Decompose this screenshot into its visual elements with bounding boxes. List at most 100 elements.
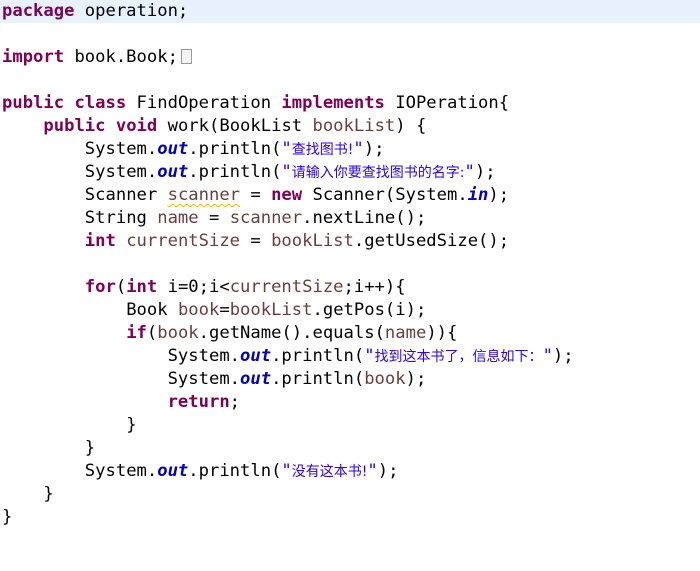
keyword: public (2, 93, 65, 113)
keyword: return (167, 392, 230, 412)
code-line-11[interactable]: int currentSize = bookList.getUsedSize()… (2, 230, 509, 253)
code-line-9[interactable]: Scanner scanner = new Scanner(System.in)… (2, 184, 509, 207)
string-quote: " (281, 139, 292, 159)
static-field: out (240, 346, 272, 366)
code-text: .println( (271, 346, 365, 366)
keyword: if (126, 323, 147, 343)
local-variable: name (157, 208, 199, 228)
local-variable: book (364, 369, 406, 389)
class-name: FindOperation (126, 93, 282, 113)
code-line-23[interactable]: } (2, 506, 12, 529)
code-text: .println( (188, 139, 282, 159)
code-text: ); (377, 461, 399, 481)
code-text: ); (488, 185, 510, 205)
code-line-13[interactable]: for(int i=0;i<currentSize;i++){ (2, 276, 406, 299)
string-quote: " (364, 346, 375, 366)
string-quote: " (281, 162, 292, 182)
unclosed-resource-warning[interactable]: scanner (168, 185, 240, 205)
code-text: ; (229, 392, 241, 412)
local-variable: currentSize (126, 231, 241, 251)
code-line-14[interactable]: Book book=bookList.getPos(i); (2, 299, 426, 322)
code-text: ); (552, 346, 574, 366)
parameter: bookList (312, 116, 396, 136)
keyword: class (74, 93, 127, 113)
code-line-10[interactable]: String name = scanner.nextLine(); (2, 207, 427, 230)
static-field: out (157, 139, 189, 159)
keyword: import (2, 47, 65, 67)
code-text: ); (363, 139, 385, 159)
code-text: Scanner (84, 185, 168, 205)
code-text: work(BookList (157, 116, 313, 136)
code-text: book.Book; (64, 47, 178, 67)
code-text: Book (126, 300, 178, 320)
code-line-8[interactable]: System.out.println("请输入你要查找图书的名字:"); (2, 161, 496, 184)
code-line-7[interactable]: System.out.println("查找图书!"); (2, 138, 385, 161)
folded-imports-icon[interactable] (180, 49, 192, 64)
string-literal: 找到这本书了，信息如下： (374, 349, 543, 365)
code-line-16[interactable]: System.out.println("找到这本书了，信息如下："); (2, 345, 574, 368)
parameter: bookList (229, 300, 313, 320)
code-text: .getName().equals( (198, 323, 385, 343)
code-text: .println( (188, 162, 282, 182)
code-line-19[interactable]: } (2, 414, 137, 437)
code-text: String (84, 208, 158, 228)
code-line-5[interactable]: public class FindOperation implements IO… (2, 92, 509, 115)
code-line-21[interactable]: System.out.println("没有这本书!"); (2, 460, 399, 483)
code-line-3[interactable]: import book.Book; (2, 46, 192, 69)
code-text: } (2, 507, 13, 527)
local-variable: name (384, 323, 427, 343)
static-field: out (240, 369, 272, 389)
string-literal: 没有这本书! (291, 464, 368, 480)
code-text: = (198, 208, 230, 228)
static-field: in (467, 185, 489, 205)
code-text: Scanner(System. (302, 185, 468, 205)
code-line-17[interactable]: System.out.println(book); (2, 368, 427, 391)
code-text: .getUsedSize(); (353, 231, 510, 251)
code-line-20[interactable]: } (2, 437, 95, 460)
static-field: out (157, 461, 189, 481)
code-editor[interactable]: package operation; import book.Book; pub… (0, 0, 700, 571)
code-text: ); (405, 369, 427, 389)
code-text: System. (167, 346, 241, 366)
code-text: } (43, 484, 54, 504)
keyword: public (43, 116, 106, 136)
string-literal: 查找图书! (291, 142, 354, 158)
code-text: IOPeration{ (384, 93, 510, 113)
code-text: System. (84, 162, 158, 182)
string-quote: " (464, 162, 475, 182)
code-text: System. (84, 461, 158, 481)
code-text: ) { (395, 116, 427, 136)
string-quote: " (353, 139, 364, 159)
code-text: } (126, 415, 137, 435)
keyword: void (115, 116, 158, 136)
keyword: for (84, 277, 116, 297)
code-text: .getPos(i); (312, 300, 427, 320)
keyword: implements (281, 93, 385, 113)
string-quote: " (367, 461, 378, 481)
code-line-22[interactable]: } (2, 483, 54, 506)
keyword: int (126, 277, 158, 297)
keyword: new (271, 185, 303, 205)
local-variable: book (157, 323, 199, 343)
keyword: int (84, 231, 116, 251)
keyword: package (2, 1, 75, 21)
code-text: ( (146, 323, 158, 343)
code-text: operation; (74, 1, 189, 21)
code-text: )){ (426, 323, 458, 343)
code-text: ;i++){ (343, 277, 406, 297)
code-line-1[interactable]: package operation; (0, 0, 700, 23)
code-text: System. (167, 369, 241, 389)
parameter: bookList (271, 231, 354, 251)
code-text: } (84, 438, 96, 458)
code-line-15[interactable]: if(book.getName().equals(name)){ (2, 322, 457, 345)
code-text: = (240, 185, 272, 205)
code-line-6[interactable]: public void work(BookList bookList) { (2, 115, 426, 138)
code-text: .nextLine(); (302, 208, 427, 228)
code-text: = (240, 231, 272, 251)
local-variable: currentSize (229, 277, 344, 297)
code-text: ( (115, 277, 127, 297)
code-line-18[interactable]: return; (2, 391, 240, 414)
string-quote: " (281, 461, 292, 481)
code-text: System. (84, 139, 158, 159)
